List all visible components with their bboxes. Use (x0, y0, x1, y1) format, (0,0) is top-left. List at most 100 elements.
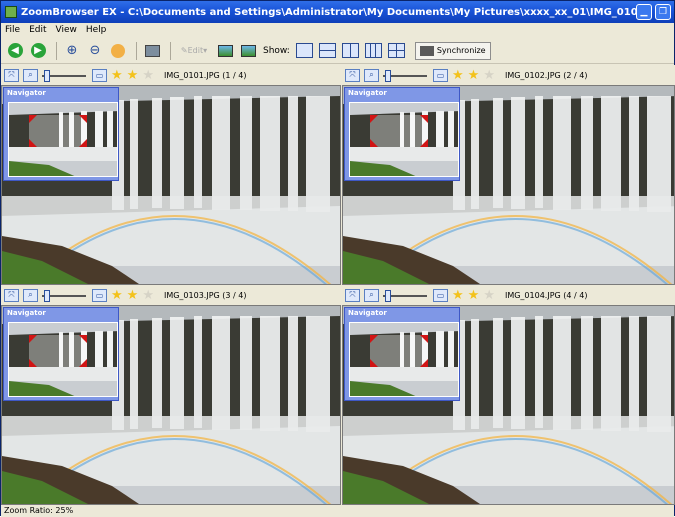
navigator-thumbnail-scene (9, 323, 117, 396)
rating-star-icon[interactable]: ★ (142, 289, 154, 302)
zoom-out-button[interactable]: ⊖ (85, 41, 105, 61)
zoom-ratio: Zoom Ratio: 25% (4, 506, 74, 515)
layout-vertical-icon (349, 44, 351, 57)
main-toolbar: ◀ ▶ ⊕ ⊖ ✎ Edit ▾ Show: Synchronize (1, 38, 674, 64)
layout-vertical-button[interactable] (341, 43, 359, 58)
waterfall-image[interactable]: Navigator (342, 85, 675, 285)
synchronize-button[interactable]: Synchronize (414, 41, 491, 60)
toolbar-separator (170, 41, 171, 60)
zoom-magnify-icon[interactable]: ⌕ (23, 68, 38, 82)
hand-icon (111, 43, 125, 58)
rating-star-icon[interactable]: ★ (127, 289, 139, 302)
synchronize-icon (419, 45, 434, 56)
navigator-thumbnail[interactable] (349, 102, 459, 177)
waterfall-image[interactable]: Navigator (342, 305, 675, 505)
menu-edit[interactable]: Edit (29, 25, 46, 35)
image-panel-2: ⤧ ⌕ ▭ ★ ★ ★ IMG_0102.JPG (2 / 4) Navigat… (342, 65, 675, 285)
menu-file[interactable]: File (5, 25, 20, 35)
zoom-magnify-icon[interactable]: ⌕ (364, 288, 379, 302)
rating-star-icon[interactable]: ★ (468, 289, 480, 302)
print-button[interactable] (142, 41, 162, 61)
navigator-thumbnail[interactable] (8, 322, 118, 397)
image-button-1[interactable] (215, 41, 235, 61)
toolbar-separator (136, 41, 137, 60)
zoom-slider[interactable] (383, 70, 427, 82)
zoom-slider[interactable] (42, 70, 86, 82)
fit-to-window-icon[interactable]: ⤧ (4, 288, 19, 302)
layout-grid-icon-line (388, 50, 404, 51)
printer-icon (144, 44, 160, 57)
zoom-slider-thumb[interactable] (385, 70, 391, 82)
zoom-in-button[interactable]: ⊕ (62, 41, 82, 61)
panel-toolbar: ⤧ ⌕ ▭ ★ ★ ★ IMG_0103.JPG (3 / 4) (1, 285, 341, 305)
navigator-thumbnail[interactable] (8, 102, 118, 177)
zoom-slider[interactable] (42, 290, 86, 302)
actual-size-icon[interactable]: ▭ (92, 288, 107, 302)
zoom-slider-thumb[interactable] (385, 290, 391, 302)
hand-tool-button[interactable] (108, 41, 128, 61)
maximize-button[interactable]: ❐ (655, 4, 671, 20)
image-panel-4: ⤧ ⌕ ▭ ★ ★ ★ IMG_0104.JPG (4 / 4) Navigat… (342, 285, 675, 505)
waterfall-image[interactable]: Navigator (1, 85, 341, 285)
navigator-window[interactable]: Navigator (344, 87, 460, 181)
zoom-in-icon: ⊕ (66, 43, 78, 58)
image-icon (240, 44, 256, 57)
app-window: ZoomBrowser EX - C:\Documents and Settin… (0, 0, 675, 517)
panel-toolbar: ⤧ ⌕ ▭ ★ ★ ★ IMG_0101.JPG (1 / 4) (1, 65, 341, 85)
actual-size-icon[interactable]: ▭ (433, 68, 448, 82)
zoom-slider[interactable] (383, 290, 427, 302)
fit-to-window-icon[interactable]: ⤧ (345, 288, 360, 302)
rating-star-icon[interactable]: ★ (127, 69, 139, 82)
actual-size-icon[interactable]: ▭ (433, 288, 448, 302)
navigator-thumbnail-scene (9, 103, 117, 176)
title-bar[interactable]: ZoomBrowser EX - C:\Documents and Settin… (1, 1, 674, 23)
synchronize-label: Synchronize (436, 46, 486, 55)
toolbar-separator (56, 41, 57, 60)
minimize-button[interactable]: ▁ (636, 4, 652, 20)
image-panel-3: ⤧ ⌕ ▭ ★ ★ ★ IMG_0103.JPG (3 / 4) Navigat… (1, 285, 341, 505)
layout-three-button[interactable] (364, 43, 382, 58)
layout-single-button[interactable] (295, 43, 313, 58)
image-filename: IMG_0104.JPG (4 / 4) (504, 290, 588, 300)
layout-three-icon (369, 44, 376, 57)
rating-star-icon[interactable]: ★ (142, 69, 154, 82)
zoom-magnify-icon[interactable]: ⌕ (364, 68, 379, 82)
rating-star-icon[interactable]: ★ (483, 289, 495, 302)
menu-view[interactable]: View (56, 25, 77, 35)
navigator-title: Navigator (348, 89, 387, 97)
rating-star-icon[interactable]: ★ (468, 69, 480, 82)
image-button-2[interactable] (238, 41, 258, 61)
fit-to-window-icon[interactable]: ⤧ (4, 68, 19, 82)
menu-help[interactable]: Help (86, 25, 107, 35)
navigator-title: Navigator (348, 309, 387, 317)
back-arrow-icon: ◀ (7, 43, 23, 58)
layout-horizontal-button[interactable] (318, 43, 336, 58)
show-label: Show: (263, 45, 290, 56)
layout-horizontal-icon (319, 50, 335, 51)
rating-star-icon[interactable]: ★ (452, 69, 464, 82)
navigator-window[interactable]: Navigator (344, 307, 460, 401)
zoom-slider-thumb[interactable] (44, 70, 50, 82)
rating-star-icon[interactable]: ★ (483, 69, 495, 82)
waterfall-image[interactable]: Navigator (1, 305, 341, 505)
navigator-window[interactable]: Navigator (3, 307, 119, 401)
image-filename: IMG_0102.JPG (2 / 4) (504, 70, 588, 80)
rating-star-icon[interactable]: ★ (452, 289, 464, 302)
rating-star-icon[interactable]: ★ (111, 69, 123, 82)
fit-to-window-icon[interactable]: ⤧ (345, 68, 360, 82)
navigator-title: Navigator (7, 309, 46, 317)
zoom-magnify-icon[interactable]: ⌕ (23, 288, 38, 302)
back-button[interactable]: ◀ (5, 41, 25, 61)
rating-star-icon[interactable]: ★ (111, 289, 123, 302)
window-title: ZoomBrowser EX - C:\Documents and Settin… (21, 6, 636, 18)
zoom-slider-thumb[interactable] (44, 290, 50, 302)
app-icon (5, 6, 17, 18)
layout-grid-button[interactable] (387, 43, 405, 58)
image-filename: IMG_0101.JPG (1 / 4) (163, 70, 247, 80)
image-filename: IMG_0103.JPG (3 / 4) (163, 290, 247, 300)
navigator-thumbnail[interactable] (349, 322, 459, 397)
edit-button[interactable]: ✎ Edit ▾ (176, 41, 212, 61)
forward-button[interactable]: ▶ (28, 41, 48, 61)
navigator-window[interactable]: Navigator (3, 87, 119, 181)
actual-size-icon[interactable]: ▭ (92, 68, 107, 82)
